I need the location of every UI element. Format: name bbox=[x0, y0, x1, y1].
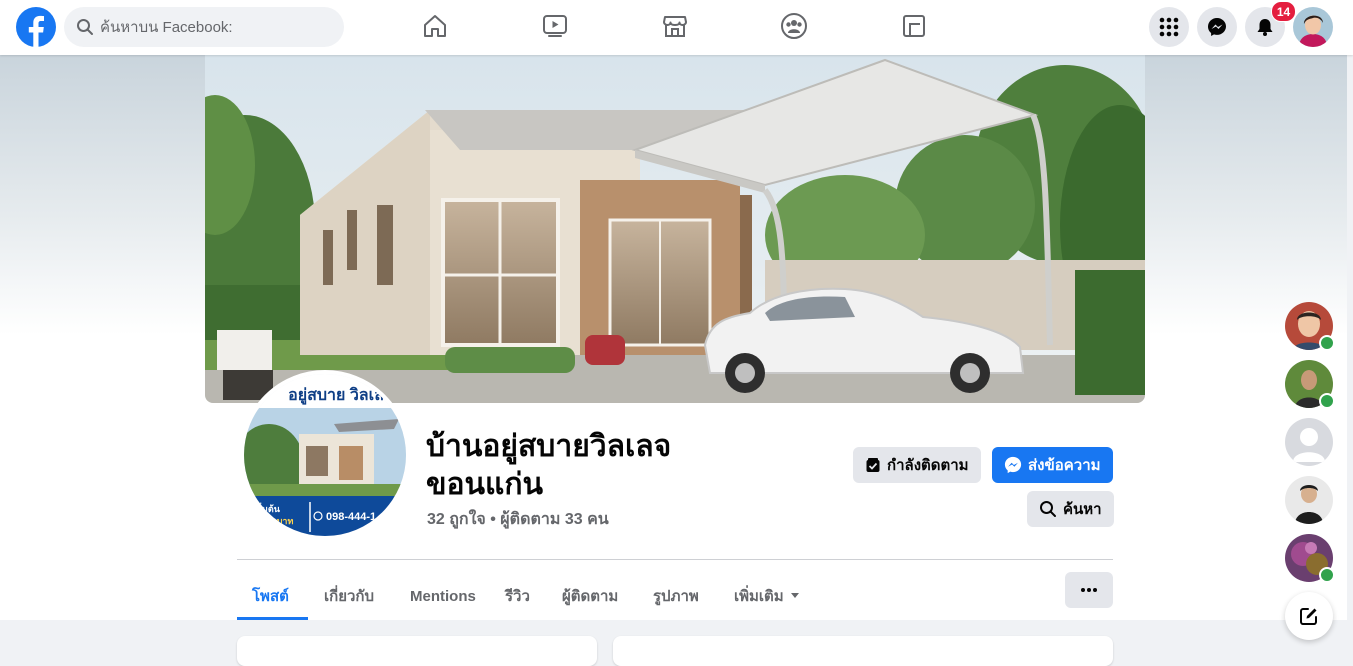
contact-avatar[interactable] bbox=[1285, 476, 1333, 524]
tab-more[interactable]: เพิ่มเติม bbox=[734, 572, 800, 620]
search-box[interactable] bbox=[64, 7, 344, 47]
groups-icon[interactable] bbox=[780, 12, 808, 40]
contact-avatar[interactable] bbox=[1285, 360, 1335, 409]
posts-card bbox=[613, 636, 1113, 666]
search-input[interactable] bbox=[100, 7, 330, 47]
page-profile-picture[interactable]: อยู่สบาย วิลเล เริ่มต้น ล้านบาท 098-444-… bbox=[240, 370, 410, 540]
profile-pic-banner: อยู่สบาย วิลเล bbox=[288, 386, 384, 406]
profile-pic-phone: 098-444-1 bbox=[326, 511, 376, 523]
contact-avatar[interactable] bbox=[1285, 534, 1335, 583]
tab-followers-label: ผู้ติดตาม bbox=[562, 588, 619, 605]
cover-photo[interactable] bbox=[205, 55, 1145, 403]
notification-count-badge: 14 bbox=[1271, 1, 1296, 22]
menu-grid-icon bbox=[1159, 17, 1179, 37]
contact-avatar[interactable] bbox=[1285, 302, 1335, 351]
page-likes-followers[interactable]: 32 ถูกใจ • ผู้ติดตาม 33 คน bbox=[427, 507, 609, 532]
send-message-button[interactable]: ส่งข้อความ bbox=[992, 447, 1113, 483]
more-dots-icon bbox=[1081, 588, 1097, 592]
tab-reviews-label: รีวิว bbox=[505, 588, 530, 605]
default-avatar-icon bbox=[1285, 418, 1333, 466]
tab-posts[interactable]: โพสต์ bbox=[252, 572, 289, 620]
bell-icon bbox=[1257, 19, 1273, 36]
menu-button[interactable] bbox=[1149, 7, 1189, 47]
profile-picture-image: อยู่สบาย วิลเล เริ่มต้น ล้านบาท 098-444-… bbox=[244, 374, 406, 536]
page-scrollbar[interactable] bbox=[1347, 55, 1353, 655]
watch-icon[interactable] bbox=[541, 12, 569, 40]
send-message-label: ส่งข้อความ bbox=[1028, 457, 1101, 474]
home-icon[interactable] bbox=[421, 12, 449, 40]
facebook-logo-icon[interactable] bbox=[16, 7, 56, 47]
messenger-icon bbox=[1208, 18, 1226, 36]
account-avatar[interactable] bbox=[1293, 7, 1333, 47]
following-button[interactable]: กำลังติดตาม bbox=[853, 447, 981, 483]
online-status-dot bbox=[1319, 567, 1335, 583]
header-divider bbox=[237, 559, 1113, 560]
tab-reviews[interactable]: รีวิว bbox=[505, 572, 530, 620]
tab-followers[interactable]: ผู้ติดตาม bbox=[562, 572, 618, 620]
active-tab-indicator bbox=[237, 617, 308, 620]
search-icon bbox=[77, 19, 93, 35]
avatar-photo bbox=[1293, 7, 1333, 47]
marketplace-icon[interactable] bbox=[661, 12, 689, 40]
page-search-button[interactable]: ค้นหา bbox=[1027, 491, 1114, 527]
online-status-dot bbox=[1319, 393, 1335, 409]
page-title-line-1: บ้านอยู่สบายวิลเลจ bbox=[426, 430, 672, 463]
messenger-button[interactable] bbox=[1197, 7, 1237, 47]
intro-card bbox=[237, 636, 597, 666]
tab-mentions-label: Mentions bbox=[410, 587, 476, 605]
tab-mentions[interactable]: Mentions bbox=[410, 572, 476, 620]
messenger-icon bbox=[1004, 456, 1022, 474]
tab-about[interactable]: เกี่ยวกับ bbox=[324, 572, 374, 620]
tab-about-label: เกี่ยวกับ bbox=[324, 588, 375, 605]
tab-posts-label: โพสต์ bbox=[252, 588, 289, 605]
online-status-dot bbox=[1319, 335, 1335, 351]
tab-photos[interactable]: รูปภาพ bbox=[653, 572, 699, 620]
caret-down-icon bbox=[790, 593, 799, 598]
following-check-icon bbox=[866, 458, 880, 472]
house-cover-image bbox=[205, 55, 1145, 403]
contact-photo bbox=[1285, 476, 1333, 524]
new-message-button[interactable] bbox=[1285, 592, 1333, 640]
page-title: บ้านอยู่สบายวิลเลจ ขอนแก่น bbox=[426, 428, 806, 504]
more-options-button[interactable] bbox=[1065, 572, 1113, 608]
gaming-icon[interactable] bbox=[900, 12, 928, 40]
following-button-label: กำลังติดตาม bbox=[887, 457, 969, 474]
page-search-label: ค้นหา bbox=[1063, 501, 1102, 518]
top-navigation-bar: 14 bbox=[0, 0, 1353, 55]
page-title-line-2: ขอนแก่น bbox=[426, 468, 544, 501]
tab-photos-label: รูปภาพ bbox=[653, 588, 699, 605]
contact-avatar[interactable] bbox=[1285, 418, 1333, 466]
tab-more-label: เพิ่มเติม bbox=[734, 588, 784, 605]
search-icon bbox=[1040, 501, 1056, 517]
compose-icon bbox=[1300, 608, 1317, 625]
